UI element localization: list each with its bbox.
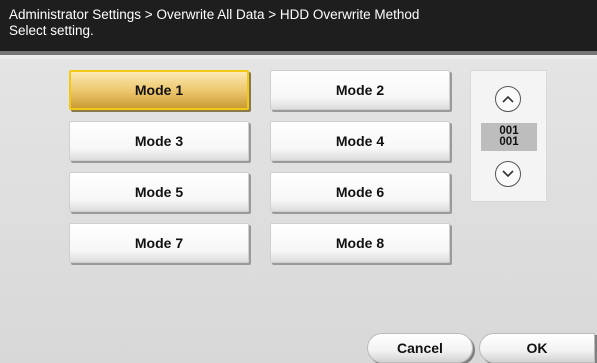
mode-7-button[interactable]: Mode 7 — [69, 223, 249, 263]
cancel-button[interactable]: Cancel — [367, 333, 473, 363]
mode-3-button[interactable]: Mode 3 — [69, 121, 249, 161]
chevron-down-icon — [502, 170, 514, 178]
instruction-text: Select setting. — [9, 23, 94, 38]
mode-6-button[interactable]: Mode 6 — [270, 172, 450, 212]
mode-5-button[interactable]: Mode 5 — [69, 172, 249, 212]
ok-button[interactable]: OK — [479, 333, 595, 363]
page-scroller: 001 001 — [470, 70, 547, 202]
mode-8-button[interactable]: Mode 8 — [270, 223, 450, 263]
mode-1-button[interactable]: Mode 1 — [69, 70, 249, 110]
mode-4-button[interactable]: Mode 4 — [270, 121, 450, 161]
header-bar: Administrator Settings > Overwrite All D… — [0, 0, 597, 55]
chevron-up-icon — [502, 95, 514, 103]
breadcrumb: Administrator Settings > Overwrite All D… — [9, 7, 420, 22]
total-pages: 001 — [499, 136, 519, 148]
page-down-button[interactable] — [495, 161, 521, 187]
page-up-button[interactable] — [495, 86, 521, 112]
mode-2-button[interactable]: Mode 2 — [270, 70, 450, 110]
page-counter: 001 001 — [481, 123, 537, 151]
